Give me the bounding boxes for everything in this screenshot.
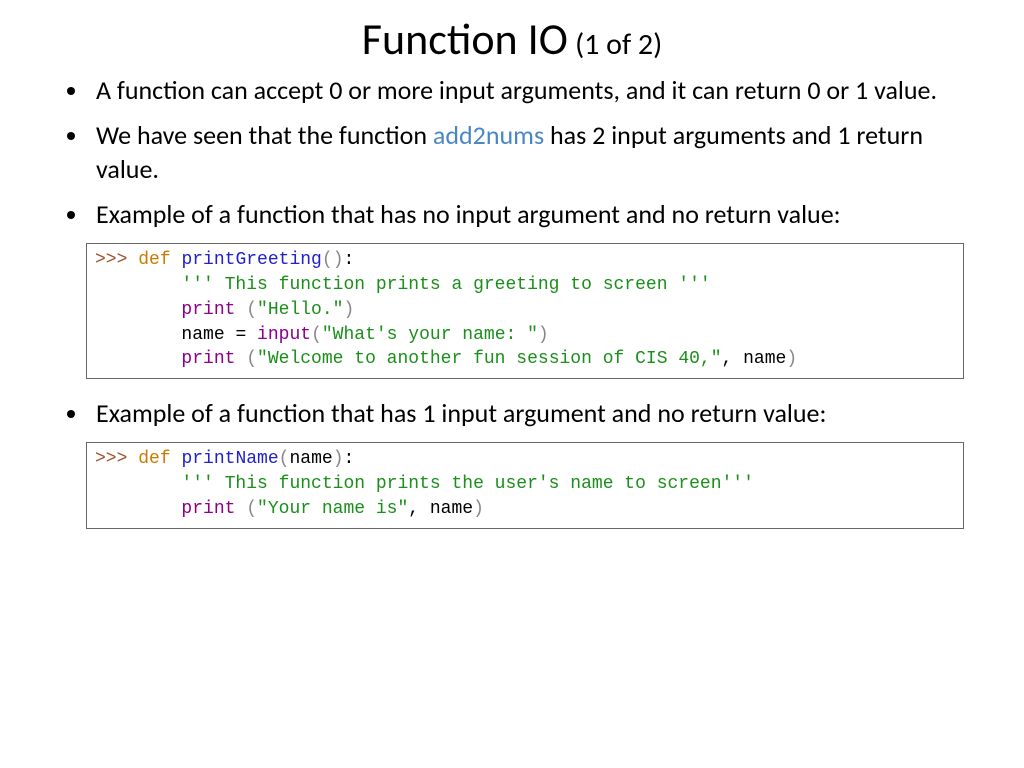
code1-str-hello: "Hello." [257,300,343,320]
code2-print-close: ) [473,499,484,519]
code2-lparen: ( [279,449,290,469]
bullet-2: We have seen that the function add2nums … [90,119,964,186]
code2-rparen: ) [333,449,344,469]
code2-prompt: >>> [95,449,138,469]
code1-print1-open: ( [235,300,257,320]
code1-print2-close: ) [786,349,797,369]
code1-str-prompt: "What's your name: " [322,325,538,345]
code2-comma-name: , name [408,499,473,519]
code2-def-keyword: def [138,449,170,469]
code1-input-close: ) [538,325,549,345]
bullet-4-text: Example of a function that has 1 input a… [96,397,826,429]
code1-lparen: ( [322,250,333,270]
code-example-1: >>> def printGreeting(): ''' This functi… [86,243,964,379]
code2-param: name [289,449,332,469]
code1-function-name: printGreeting [181,250,321,270]
function-name-link: add2nums [433,119,544,151]
bullet-list-2: Example of a function that has 1 input a… [60,397,964,430]
bullet-4: Example of a function that has 1 input a… [90,397,964,430]
code1-input-open: ( [311,325,322,345]
code1-print-2: print [181,349,235,369]
code1-str-welcome: "Welcome to another fun session of CIS 4… [257,349,721,369]
code2-colon: : [344,449,355,469]
code1-docstring: ''' This function prints a greeting to s… [181,275,710,295]
code2-print: print [181,499,235,519]
bullet-1-text: A function can accept 0 or more input ar… [96,74,937,106]
title-main: Function IO [362,12,568,66]
bullet-2-before: We have seen that the function [96,119,433,151]
code1-colon: : [344,250,355,270]
code1-prompt: >>> [95,250,138,270]
code1-comma-name: , name [722,349,787,369]
code1-print1-close: ) [343,300,354,320]
code1-print2-open: ( [235,349,257,369]
slide-title: Function IO (1 of 2) [60,12,964,66]
code1-print-1: print [181,300,235,320]
bullet-list: A function can accept 0 or more input ar… [60,74,964,231]
code-example-2: >>> def printName(name): ''' This functi… [86,442,964,528]
bullet-3-text: Example of a function that has no input … [96,198,841,230]
code1-var-name: name [181,325,224,345]
code2-str-out: "Your name is" [257,499,408,519]
bullet-3: Example of a function that has no input … [90,198,964,231]
code1-rparen: ) [333,250,344,270]
bullet-1: A function can accept 0 or more input ar… [90,74,964,107]
code2-function-name: printName [181,449,278,469]
code2-docstring: ''' This function prints the user's name… [181,474,754,494]
code1-def-keyword: def [138,250,170,270]
code1-input: input [257,325,311,345]
code1-assign: = [225,325,257,345]
title-sub: (1 of 2) [575,26,662,63]
code2-print-open: ( [235,499,257,519]
